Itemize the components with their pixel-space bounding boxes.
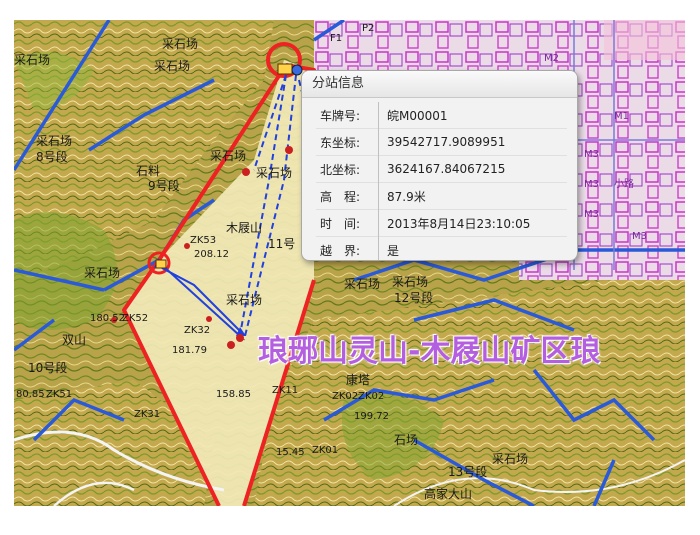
label-zk53: ZK53 xyxy=(190,235,217,246)
popup-key-elevation: 高 程: xyxy=(316,182,379,210)
label-quarry-11: 采石场 xyxy=(492,452,529,466)
label-elev-180: 180.52 xyxy=(90,313,125,324)
popup-row-time: 时 间: 2013年8月14日23:10:05 xyxy=(316,209,567,237)
popup-key-north: 北坐标: xyxy=(316,155,379,183)
label-quarry-6: 采石场 xyxy=(256,166,293,180)
label-m2: M2 xyxy=(544,53,559,64)
label-f1: F1 xyxy=(330,33,343,44)
popup-row-elevation: 高 程: 87.9米 xyxy=(316,182,567,210)
label-shichang: 石场 xyxy=(394,433,419,447)
label-m3a: M3 xyxy=(584,149,599,160)
popup-value-elevation: 87.9米 xyxy=(387,189,426,204)
popup-title: 分站信息 xyxy=(302,71,577,98)
popup-value-east: 39542717.9089951 xyxy=(387,135,506,149)
popup-value-boundary: 是 xyxy=(387,243,400,258)
label-elev-15: 15.45 xyxy=(276,447,305,458)
popup-row-boundary: 越 界: 是 xyxy=(316,236,567,260)
label-gaojiadashan: 高家大山 xyxy=(424,487,473,501)
map-canvas[interactable]: 采石场 采石场 采石场 采石场 采石场 采石场 采石场 采石场 采石场 采石场 … xyxy=(14,20,685,506)
label-m3b: M3 xyxy=(584,179,599,190)
label-zk02: ZK02ZK02 xyxy=(332,391,385,402)
label-zk32: ZK32 xyxy=(184,325,211,336)
label-xiaolu: 小路 xyxy=(614,179,634,190)
substation-info-popup[interactable]: 分站信息 车牌号: 皖M00001 东坐标: 39542717.9089951 … xyxy=(301,70,578,261)
mining-area-title: 琅琊山灵山-木屐山矿区琅 xyxy=(258,334,601,369)
label-quarry-8: 采石场 xyxy=(226,293,263,307)
popup-value-plate: 皖M00001 xyxy=(387,108,448,123)
popup-row-east: 东坐标: 39542717.9089951 xyxy=(316,128,567,156)
popup-row-north: 北坐标: 3624167.84067215 xyxy=(316,155,567,183)
label-no12: 12号段 xyxy=(394,291,434,305)
popup-info-table: 车牌号: 皖M00001 东坐标: 39542717.9089951 北坐标: … xyxy=(316,102,567,260)
label-quarry-4: 采石场 xyxy=(36,134,73,148)
label-quarry-9: 采石场 xyxy=(344,277,381,291)
label-no11: 11号 xyxy=(268,237,296,251)
label-quarry-2: 采石场 xyxy=(162,37,199,51)
label-zk31: ZK31 xyxy=(134,409,161,420)
label-no8: 8号段 xyxy=(36,150,68,164)
label-kangta: 康塔 xyxy=(346,373,371,387)
label-quarry-1: 采石场 xyxy=(14,53,51,67)
label-quarry-3: 采石场 xyxy=(154,59,191,73)
label-no13: 13号段 xyxy=(448,465,488,479)
popup-value-time: 2013年8月14日23:10:05 xyxy=(387,216,531,231)
label-no9: 9号段 xyxy=(148,179,180,193)
popup-key-plate: 车牌号: xyxy=(316,102,379,129)
label-p2: P2 xyxy=(362,23,375,34)
label-mujishan: 木屐山 xyxy=(226,221,263,235)
popup-key-time: 时 间: xyxy=(316,209,379,237)
label-m1: M1 xyxy=(614,111,629,122)
label-quarry-5: 采石场 xyxy=(210,149,247,163)
popup-key-boundary: 越 界: xyxy=(316,236,379,260)
label-m3c: M3 xyxy=(584,209,599,220)
label-elev-181: 181.79 xyxy=(172,345,207,356)
label-quarry-10: 采石场 xyxy=(392,275,429,289)
label-shuangshan: 双山 xyxy=(62,333,87,347)
label-elev-199: 199.72 xyxy=(354,411,389,422)
label-elev-80: 80.85 xyxy=(16,389,45,400)
label-shikeng: 石料 xyxy=(136,164,161,178)
label-no10: 10号段 xyxy=(28,361,68,375)
label-elev-158: 158.85 xyxy=(216,389,251,400)
label-zk52: ZK52 xyxy=(122,313,149,324)
popup-value-north: 3624167.84067215 xyxy=(387,162,506,176)
popup-row-plate: 车牌号: 皖M00001 xyxy=(316,102,567,129)
label-quarry-7: 采石场 xyxy=(84,266,121,280)
label-m3d: M3 xyxy=(632,231,647,242)
popup-key-east: 东坐标: xyxy=(316,128,379,156)
label-zk51: ZK51 xyxy=(46,389,73,400)
label-elev-208: 208.12 xyxy=(194,249,229,260)
label-zk11: ZK11 xyxy=(272,385,299,396)
label-zk01: ZK01 xyxy=(312,445,339,456)
